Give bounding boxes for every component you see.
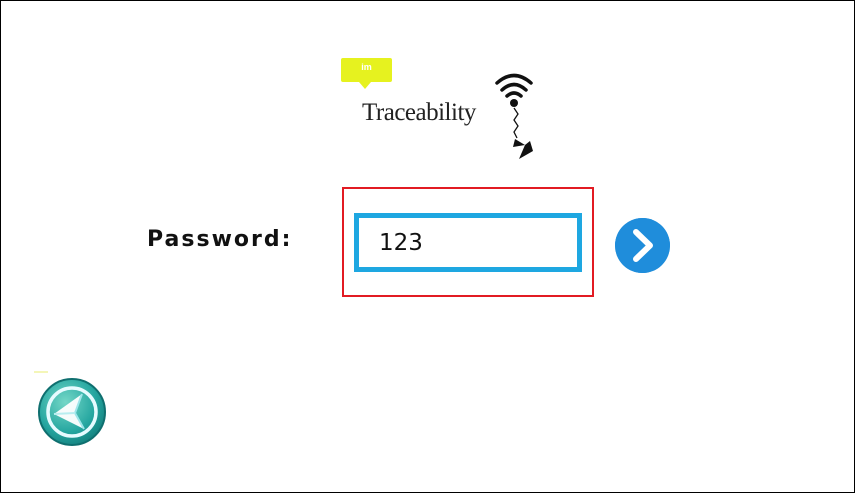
back-button[interactable] xyxy=(34,371,119,456)
wifi-signal-icon xyxy=(495,73,533,159)
password-field-highlight xyxy=(342,187,594,297)
password-label: Password: xyxy=(147,227,293,252)
traceability-logo: im Traceability xyxy=(331,51,551,166)
logo-badge: im xyxy=(341,58,392,89)
login-screen: im Traceability Password: xyxy=(0,0,855,493)
submit-button[interactable] xyxy=(615,218,670,273)
logo-brand-name: Traceability xyxy=(362,99,476,126)
back-arrow-circle-icon xyxy=(34,371,106,446)
password-input[interactable] xyxy=(354,213,582,272)
logo-badge-text: im xyxy=(361,62,372,72)
chevron-right-circle-icon xyxy=(615,218,670,273)
